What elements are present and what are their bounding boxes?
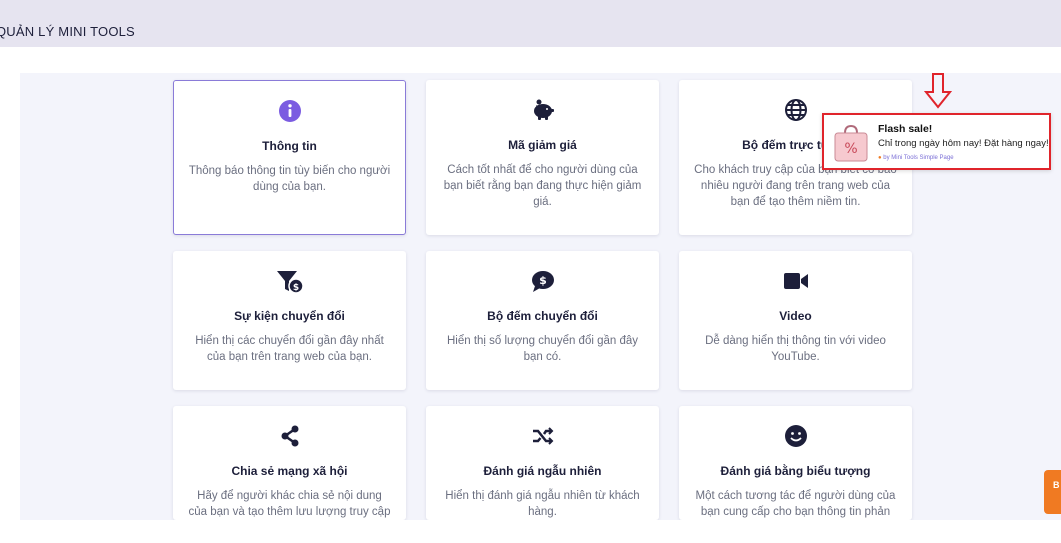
card-title: Đánh giá ngẫu nhiên [483, 464, 602, 478]
tool-card-emoji-feedback[interactable]: Đánh giá bằng biểu tượng Một cách tương … [679, 406, 912, 520]
popup-branding: ● by Mini Tools Simple Page [878, 155, 954, 161]
shopping-bag-percent-icon: % [832, 123, 870, 163]
tool-card-social-share[interactable]: Chia sẻ mạng xã hội Hãy để người khác ch… [173, 406, 406, 520]
card-description: Thông báo thông tin tùy biến cho người d… [188, 165, 391, 193]
tool-card-conversion-counter[interactable]: $ Bộ đếm chuyển đổi Hiển thị số lượng ch… [426, 251, 659, 390]
svg-text:$: $ [292, 283, 298, 293]
flash-sale-popup[interactable]: % Flash sale! Chỉ trong ngày hôm nay! Đặ… [822, 113, 1051, 170]
card-description: Dễ dàng hiển thị thông tin với video You… [705, 335, 886, 363]
card-title: Bộ đếm chuyển đổi [487, 309, 598, 323]
svg-text:$: $ [539, 274, 547, 287]
card-description: Hiển thị số lượng chuyển đổi gần đây bạn… [446, 335, 639, 363]
piggy-bank-icon [426, 98, 659, 122]
arrow-down-icon [923, 72, 953, 110]
bottom-strip [0, 520, 1061, 543]
card-description: Hiển thị các chuyển đổi gần đây nhất của… [195, 335, 384, 363]
svg-text:%: % [844, 141, 857, 157]
tool-card-conversion-event[interactable]: $ Sự kiện chuyển đổi Hiển thị các chuyển… [173, 251, 406, 390]
card-description: Hãy để người khác chia sẻ nội dung của b… [188, 490, 391, 518]
side-tab-label: B [1053, 480, 1060, 490]
card-title: Đánh giá bằng biểu tượng [720, 464, 871, 478]
popup-branding-text: by Mini Tools Simple Page [883, 155, 954, 161]
tool-card-video[interactable]: Video Dễ dàng hiển thị thông tin với vid… [679, 251, 912, 390]
card-title: Sự kiện chuyển đổi [234, 309, 345, 323]
tool-card-info[interactable]: Thông tin Thông báo thông tin tùy biến c… [173, 80, 406, 235]
tool-card-random-review[interactable]: Đánh giá ngẫu nhiên Hiển thị đánh giá ng… [426, 406, 659, 520]
card-description: Hiển thị đánh giá ngẫu nhiên từ khách hà… [445, 490, 640, 518]
info-circle-icon [174, 99, 405, 123]
card-title: Thông tin [262, 139, 317, 153]
tool-card-coupon[interactable]: Mã giảm giá Cách tốt nhất để cho người d… [426, 80, 659, 235]
card-title: Chia sẻ mạng xã hội [231, 464, 348, 478]
page-title: QUẢN LÝ MINI TOOLS [0, 24, 135, 39]
card-description: Cách tốt nhất để cho người dùng của bạn … [443, 164, 642, 208]
top-header: QUẢN LÝ MINI TOOLS [0, 0, 1061, 47]
fire-icon: ● [878, 155, 882, 161]
side-feedback-tab[interactable]: B [1044, 470, 1061, 514]
shuffle-icon [426, 424, 659, 448]
popup-title: Flash sale! [878, 123, 933, 135]
card-description: Một cách tương tác để người dùng của bạn… [695, 490, 896, 518]
card-title: Mã giảm giá [508, 138, 577, 152]
smile-icon [679, 424, 912, 448]
comment-dollar-icon: $ [426, 269, 659, 293]
popup-message: Chỉ trong ngày hôm nay! Đặt hàng ngay! [878, 138, 1049, 149]
share-icon [173, 424, 406, 448]
video-camera-icon [679, 269, 912, 293]
funnel-dollar-icon: $ [173, 269, 406, 294]
card-title: Video [779, 309, 812, 323]
